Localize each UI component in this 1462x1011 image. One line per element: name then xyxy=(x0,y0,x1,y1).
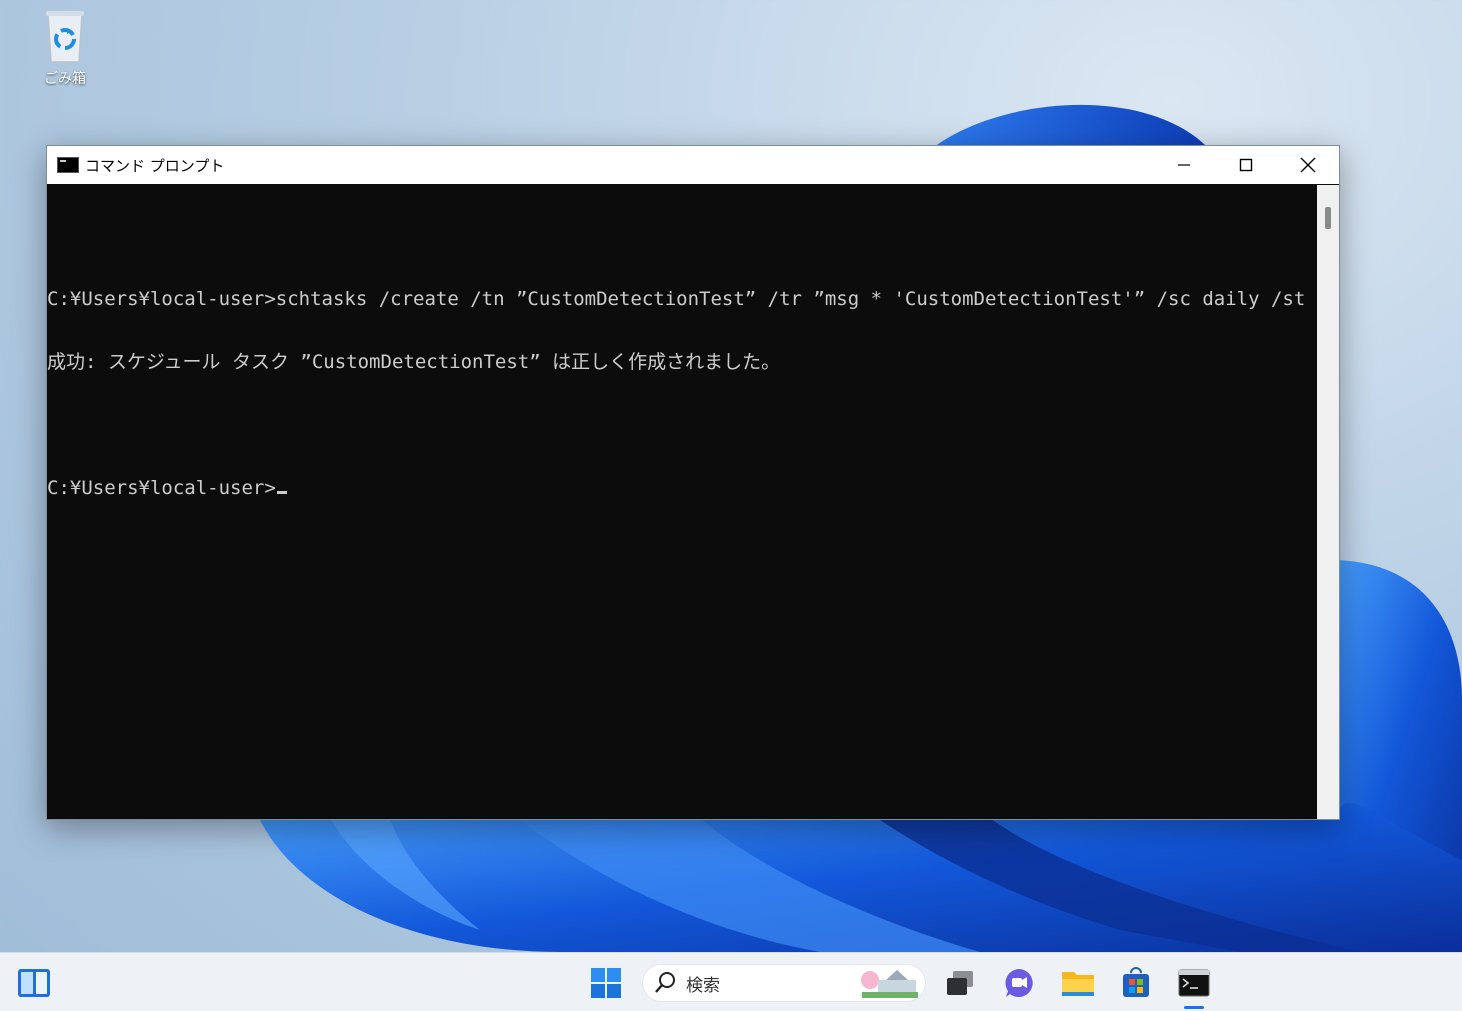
console-prompt: C:¥Users¥local-user> xyxy=(47,477,276,499)
recycle-bin-icon xyxy=(40,6,90,66)
task-view-button[interactable] xyxy=(942,965,978,1001)
recycle-bin-shortcut[interactable]: ごみ箱 xyxy=(28,6,102,88)
maximize-icon xyxy=(1239,158,1253,172)
command-prompt-icon xyxy=(57,157,79,173)
search-placeholder: 検索 xyxy=(686,975,720,996)
scrollbar-thumb[interactable] xyxy=(1325,207,1331,229)
console-line: C:¥Users¥local-user>schtasks /create /tn… xyxy=(47,288,1317,310)
active-indicator xyxy=(1184,1006,1204,1009)
chat-button[interactable] xyxy=(1001,965,1037,1001)
widgets-icon xyxy=(18,969,50,997)
close-icon xyxy=(1300,157,1316,173)
widgets-button[interactable] xyxy=(16,965,52,1001)
title-bar[interactable]: コマンド プロンプト xyxy=(47,146,1339,184)
minimize-icon xyxy=(1178,164,1190,166)
search-icon xyxy=(655,972,675,993)
task-view-icon xyxy=(947,971,973,995)
store-button[interactable] xyxy=(1118,965,1154,1001)
close-button[interactable] xyxy=(1277,146,1339,184)
command-prompt-taskbar-button[interactable] xyxy=(1176,965,1212,1001)
taskbar: 検索 xyxy=(0,952,1462,1011)
vertical-scrollbar[interactable] xyxy=(1317,185,1339,819)
window-title: コマンド プロンプト xyxy=(85,156,225,175)
maximize-button[interactable] xyxy=(1215,146,1277,184)
start-icon xyxy=(591,968,621,998)
minimize-button[interactable] xyxy=(1153,146,1215,184)
search-box[interactable]: 検索 xyxy=(642,964,926,1002)
console-output[interactable]: C:¥Users¥local-user>schtasks /create /tn… xyxy=(47,185,1317,819)
console-prompt-line: C:¥Users¥local-user> xyxy=(47,478,1317,499)
file-explorer-button[interactable] xyxy=(1060,965,1096,1001)
console-line: 成功: スケジュール タスク ”CustomDetectionTest” は正し… xyxy=(47,351,781,373)
command-prompt-icon xyxy=(1178,969,1210,997)
start-button[interactable] xyxy=(588,965,624,1001)
command-prompt-window[interactable]: コマンド プロンプト C:¥Users¥local-user>schtasks … xyxy=(46,145,1340,820)
chat-icon xyxy=(1005,969,1033,997)
store-icon xyxy=(1123,967,1149,997)
file-explorer-icon xyxy=(1062,972,1094,996)
text-cursor xyxy=(276,491,287,494)
search-highlight-icon xyxy=(861,970,918,998)
recycle-bin-label: ごみ箱 xyxy=(44,71,86,87)
